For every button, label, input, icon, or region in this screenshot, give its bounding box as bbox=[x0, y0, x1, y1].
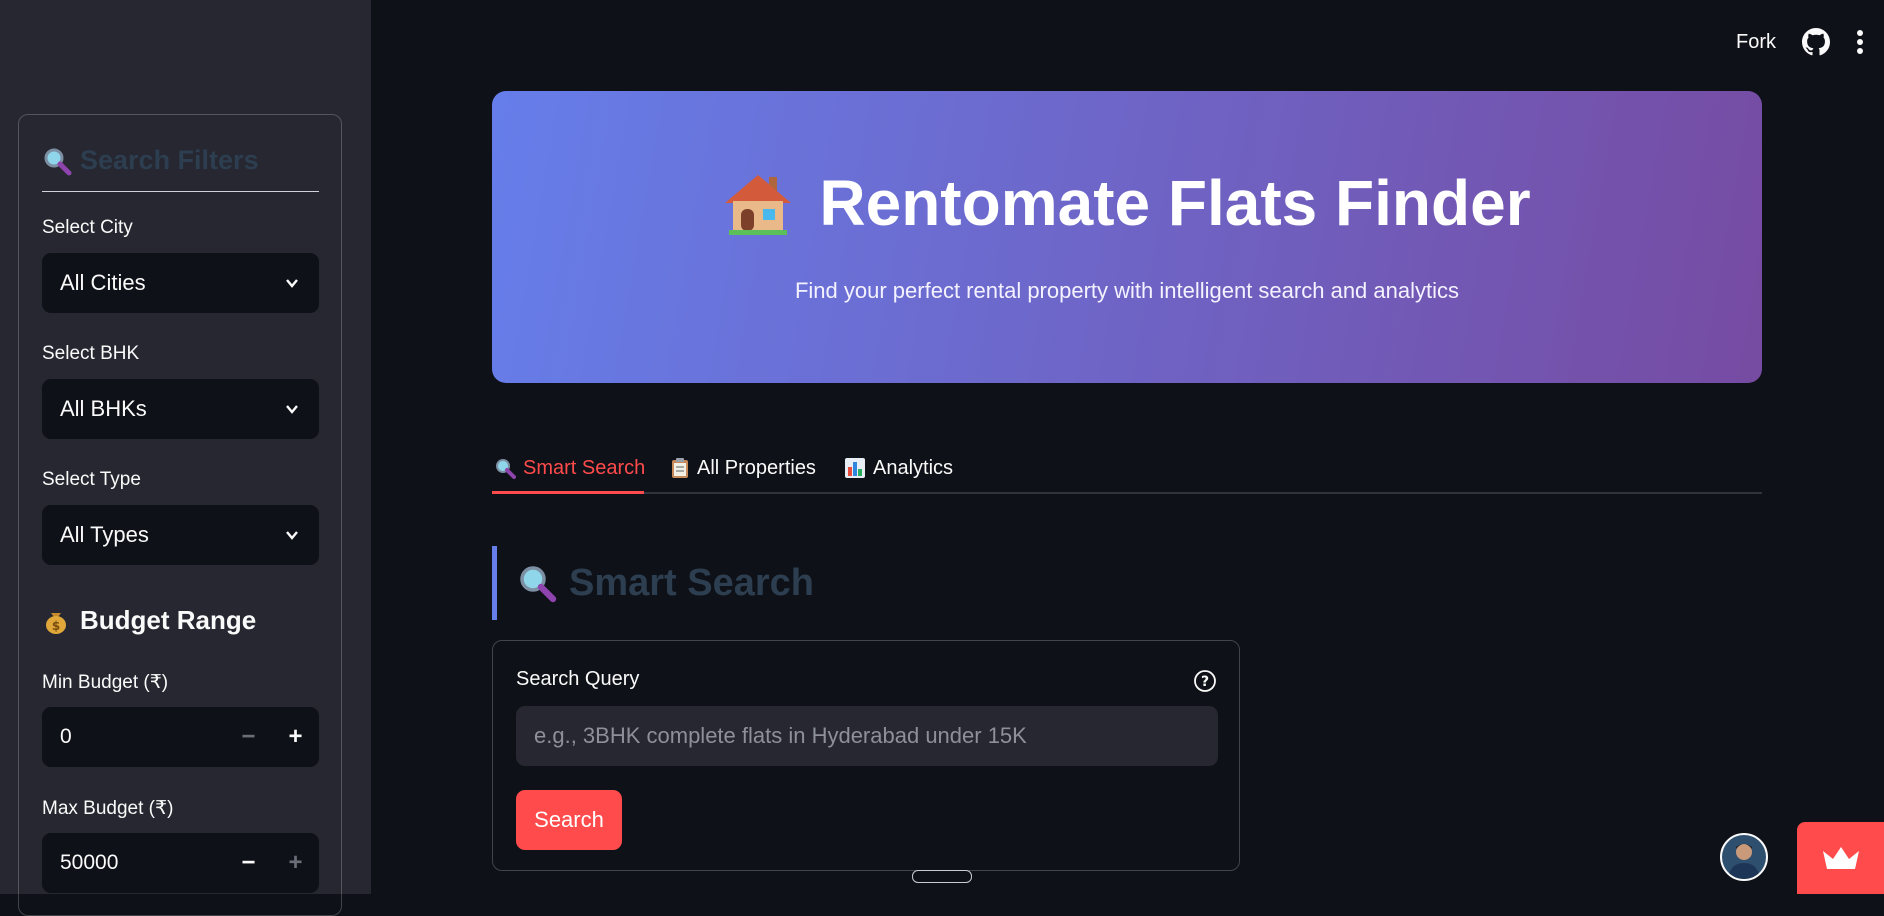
money-bag-icon: $ bbox=[46, 612, 66, 634]
max-budget-input: 50000 − + bbox=[42, 833, 319, 893]
city-select-value: All Cities bbox=[60, 270, 146, 295]
divider bbox=[42, 191, 319, 192]
hero-banner: Rentomate Flats Finder Find your perfect… bbox=[492, 91, 1762, 383]
github-icon[interactable] bbox=[1802, 28, 1830, 56]
search-filters-panel: Search Filters Select City All Cities Se… bbox=[18, 114, 342, 916]
min-budget-label: Min Budget (₹) bbox=[42, 672, 169, 693]
budget-range-text: Budget Range bbox=[80, 605, 257, 635]
tab-divider bbox=[492, 492, 1762, 494]
decrement-button[interactable]: − bbox=[225, 707, 272, 767]
magnifier-icon bbox=[44, 148, 72, 175]
hero-subtitle: Find your perfect rental property with i… bbox=[794, 278, 1459, 303]
clipboard-icon bbox=[672, 458, 688, 478]
svg-text:$: $ bbox=[52, 619, 60, 633]
tab-smart-search[interactable]: Smart Search bbox=[494, 448, 645, 488]
hero-title: Rentomate Flats Finder bbox=[492, 166, 1762, 240]
bhk-select-value: All BHKs bbox=[60, 396, 147, 421]
increment-button[interactable]: + bbox=[272, 707, 319, 767]
tab-bar: Smart Search All Properties Analytics bbox=[492, 440, 1762, 494]
tab-analytics[interactable]: Analytics bbox=[844, 448, 953, 488]
city-label: Select City bbox=[42, 217, 133, 238]
max-budget-label: Max Budget (₹) bbox=[42, 798, 174, 819]
chevron-down-icon bbox=[286, 405, 298, 414]
smart-search-heading-text: Smart Search bbox=[569, 561, 815, 604]
smart-search-heading: Smart Search bbox=[492, 546, 892, 620]
fork-button[interactable]: Fork bbox=[1736, 31, 1776, 54]
bhk-select[interactable]: All BHKs bbox=[42, 379, 319, 439]
house-icon bbox=[725, 175, 792, 235]
chevron-down-icon bbox=[286, 279, 298, 288]
type-label: Select Type bbox=[42, 469, 141, 490]
magnifier-icon bbox=[520, 566, 557, 603]
min-budget-value[interactable]: 0 bbox=[42, 725, 225, 749]
increment-button[interactable]: + bbox=[272, 833, 319, 893]
city-select[interactable]: All Cities bbox=[42, 253, 319, 313]
magnifier-icon bbox=[496, 459, 516, 479]
chevron-down-icon bbox=[286, 531, 298, 540]
search-form: Search Query ? Search bbox=[492, 640, 1240, 871]
tab-all-properties[interactable]: All Properties bbox=[670, 448, 816, 488]
filters-title-text: Search Filters bbox=[80, 145, 259, 175]
crown-icon bbox=[1822, 847, 1859, 869]
max-budget-value[interactable]: 50000 bbox=[42, 851, 225, 875]
tab-label: Analytics bbox=[873, 456, 954, 479]
streamlit-badge[interactable] bbox=[1797, 822, 1884, 894]
help-icon[interactable]: ? bbox=[1193, 669, 1217, 693]
tab-label: Smart Search bbox=[523, 456, 646, 479]
min-budget-input: 0 − + bbox=[42, 707, 319, 767]
bhk-label: Select BHK bbox=[42, 343, 140, 364]
tab-label: All Properties bbox=[697, 456, 816, 479]
drag-handle[interactable] bbox=[912, 870, 972, 883]
active-tab-indicator bbox=[492, 491, 644, 494]
search-query-label: Search Query bbox=[516, 668, 640, 690]
type-select-value: All Types bbox=[60, 522, 149, 547]
type-select[interactable]: All Types bbox=[42, 505, 319, 565]
kebab-menu-icon[interactable] bbox=[1856, 29, 1864, 55]
svg-text:?: ? bbox=[1201, 674, 1209, 690]
bar-chart-icon bbox=[845, 458, 865, 478]
search-button[interactable]: Search bbox=[516, 790, 622, 850]
user-avatar-icon bbox=[1722, 835, 1766, 879]
app-toolbar: Fork bbox=[1736, 28, 1864, 56]
avatar[interactable] bbox=[1720, 833, 1768, 881]
budget-range-heading: $ Budget Range bbox=[42, 605, 256, 636]
sidebar: Search Filters Select City All Cities Se… bbox=[0, 0, 371, 916]
hero-title-text: Rentomate Flats Finder bbox=[819, 167, 1531, 239]
decrement-button[interactable]: − bbox=[225, 833, 272, 893]
search-query-input[interactable] bbox=[516, 706, 1218, 766]
filters-title: Search Filters bbox=[42, 145, 259, 176]
